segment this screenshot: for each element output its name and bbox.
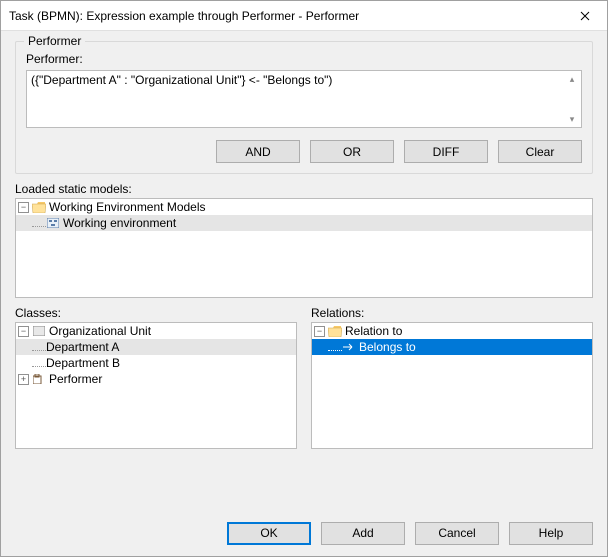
dialog-footer: OK Add Cancel Help — [1, 510, 607, 556]
tree-label: Organizational Unit — [49, 324, 151, 338]
relations-section: Relations: − Relation to Be — [311, 306, 593, 449]
tree-label: Department A — [46, 340, 119, 354]
or-button[interactable]: OR — [310, 140, 394, 163]
tree-label: Relation to — [345, 324, 402, 338]
tree-row-item[interactable]: Department A — [16, 339, 296, 355]
clear-button[interactable]: Clear — [498, 140, 582, 163]
tree-label: Belongs to — [359, 340, 416, 354]
add-button[interactable]: Add — [321, 522, 405, 545]
performer-field-label: Performer: — [26, 52, 582, 66]
tree-row-root[interactable]: + Performer — [16, 371, 296, 387]
tree-row-item[interactable]: Department B — [16, 355, 296, 371]
close-icon — [580, 11, 590, 21]
titlebar: Task (BPMN): Expression example through … — [1, 1, 607, 31]
classes-tree[interactable]: − Organizational Unit Department A Depar… — [15, 322, 297, 449]
tree-label: Working Environment Models — [49, 200, 206, 214]
loaded-models-section: Loaded static models: − Working Environm… — [15, 182, 593, 298]
orgunit-icon — [32, 325, 46, 337]
close-button[interactable] — [562, 1, 607, 31]
window-title: Task (BPMN): Expression example through … — [9, 9, 562, 23]
classes-label: Classes: — [15, 306, 297, 320]
tree-label: Performer — [49, 372, 102, 386]
tree-row-root[interactable]: − Relation to — [312, 323, 592, 339]
tree-row-root[interactable]: − Organizational Unit — [16, 323, 296, 339]
performer-icon — [32, 373, 46, 385]
tree-row-item[interactable]: Belongs to — [312, 339, 592, 355]
performer-expression-input[interactable]: ({"Department A" : "Organizational Unit"… — [26, 70, 582, 128]
dialog-content: Performer Performer: ({"Department A" : … — [1, 31, 607, 510]
help-button[interactable]: Help — [509, 522, 593, 545]
scroll-up-icon[interactable]: ▴ — [565, 72, 579, 86]
ok-button[interactable]: OK — [227, 522, 311, 545]
relation-icon — [342, 341, 356, 353]
relations-tree[interactable]: − Relation to Belongs to — [311, 322, 593, 449]
tree-row-item[interactable]: Working environment — [16, 215, 592, 231]
relations-label: Relations: — [311, 306, 593, 320]
folder-icon — [32, 201, 46, 213]
collapse-icon[interactable]: − — [314, 326, 325, 337]
dialog-window: Task (BPMN): Expression example through … — [0, 0, 608, 557]
expand-icon[interactable]: + — [18, 374, 29, 385]
tree-label: Department B — [46, 356, 120, 370]
tree-label: Working environment — [63, 216, 176, 230]
performer-group: Performer Performer: ({"Department A" : … — [15, 41, 593, 174]
collapse-icon[interactable]: − — [18, 326, 29, 337]
diff-button[interactable]: DIFF — [404, 140, 488, 163]
operator-button-row: AND OR DIFF Clear — [26, 140, 582, 163]
performer-legend: Performer — [24, 34, 85, 48]
and-button[interactable]: AND — [216, 140, 300, 163]
model-icon — [46, 217, 60, 229]
scroll-down-icon[interactable]: ▾ — [565, 112, 579, 126]
classes-section: Classes: − Organizational Unit Departmen… — [15, 306, 297, 449]
performer-expression-text: ({"Department A" : "Organizational Unit"… — [31, 73, 332, 87]
loaded-models-tree[interactable]: − Working Environment Models Working env… — [15, 198, 593, 298]
tree-row-root[interactable]: − Working Environment Models — [16, 199, 592, 215]
collapse-icon[interactable]: − — [18, 202, 29, 213]
folder-icon — [328, 325, 342, 337]
cancel-button[interactable]: Cancel — [415, 522, 499, 545]
loaded-models-label: Loaded static models: — [15, 182, 593, 196]
classes-relations-row: Classes: − Organizational Unit Departmen… — [15, 306, 593, 449]
